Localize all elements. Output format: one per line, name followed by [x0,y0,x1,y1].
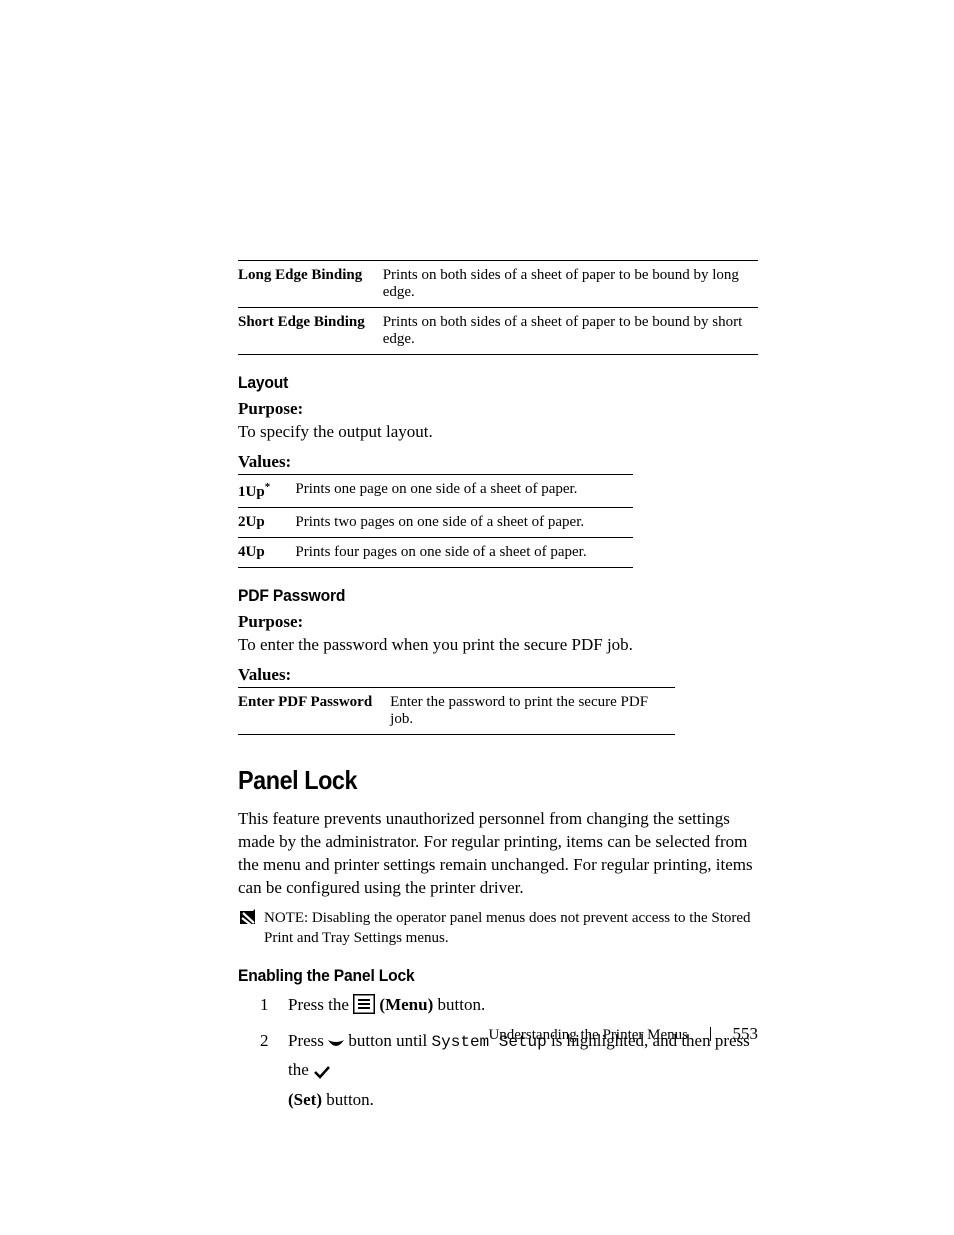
desc-enter-pdf-password: Enter the password to print the secure P… [390,687,675,734]
steps-list: 1 Press the (Menu) button. 2 Press butto… [238,992,758,1112]
step-text: Press the (Menu) button. [288,992,485,1022]
term-4up: 4Up [238,537,295,567]
desc-long-edge: Prints on both sides of a sheet of paper… [383,261,758,308]
heading-pdf-password: PDF Password [238,586,716,606]
table-row: 1Up* Prints one page on one side of a sh… [238,474,633,507]
values-label: Values: [238,452,758,472]
pdf-table: Enter PDF Password Enter the password to… [238,687,675,735]
term-1up: 1Up* [238,474,295,507]
table-row: 2Up Prints two pages on one side of a sh… [238,507,633,537]
purpose-label: Purpose: [238,612,758,632]
desc-2up: Prints two pages on one side of a sheet … [295,507,633,537]
desc-4up: Prints four pages on one side of a sheet… [295,537,633,567]
note: NOTE: Disabling the operator panel menus… [238,908,758,949]
step-number: 1 [238,992,288,1022]
purpose-label: Purpose: [238,399,758,419]
desc-short-edge: Prints on both sides of a sheet of paper… [383,308,758,355]
term-short-edge: Short Edge Binding [238,308,383,355]
check-set-icon [313,1061,331,1087]
footer-separator [710,1027,711,1041]
footer-title: Understanding the Printer Menus [488,1027,688,1043]
heading-panel-lock: Panel Lock [238,765,706,796]
heading-enabling-panel-lock: Enabling the Panel Lock [238,966,716,986]
table-row: 4Up Prints four pages on one side of a s… [238,537,633,567]
note-text: NOTE: Disabling the operator panel menus… [264,908,758,949]
heading-layout: Layout [238,373,716,393]
term-enter-pdf-password: Enter PDF Password [238,687,390,734]
layout-table: 1Up* Prints one page on one side of a sh… [238,474,633,568]
panel-lock-body: This feature prevents unauthorized perso… [238,808,758,900]
down-arrow-icon [328,1032,344,1058]
table-row: Short Edge Binding Prints on both sides … [238,308,758,355]
desc-1up: Prints one page on one side of a sheet o… [295,474,633,507]
menu-button-icon [353,994,375,1022]
note-icon [238,908,264,949]
purpose-text: To specify the output layout. [238,421,758,444]
binding-table: Long Edge Binding Prints on both sides o… [238,260,758,355]
term-2up: 2Up [238,507,295,537]
step-1: 1 Press the (Menu) button. [238,992,758,1022]
values-label: Values: [238,665,758,685]
table-row: Long Edge Binding Prints on both sides o… [238,261,758,308]
term-long-edge: Long Edge Binding [238,261,383,308]
purpose-text: To enter the password when you print the… [238,634,758,657]
table-row: Enter PDF Password Enter the password to… [238,687,675,734]
step-number: 2 [238,1028,288,1113]
page-number: 553 [733,1024,759,1043]
page-footer: Understanding the Printer Menus 553 [488,1024,758,1044]
